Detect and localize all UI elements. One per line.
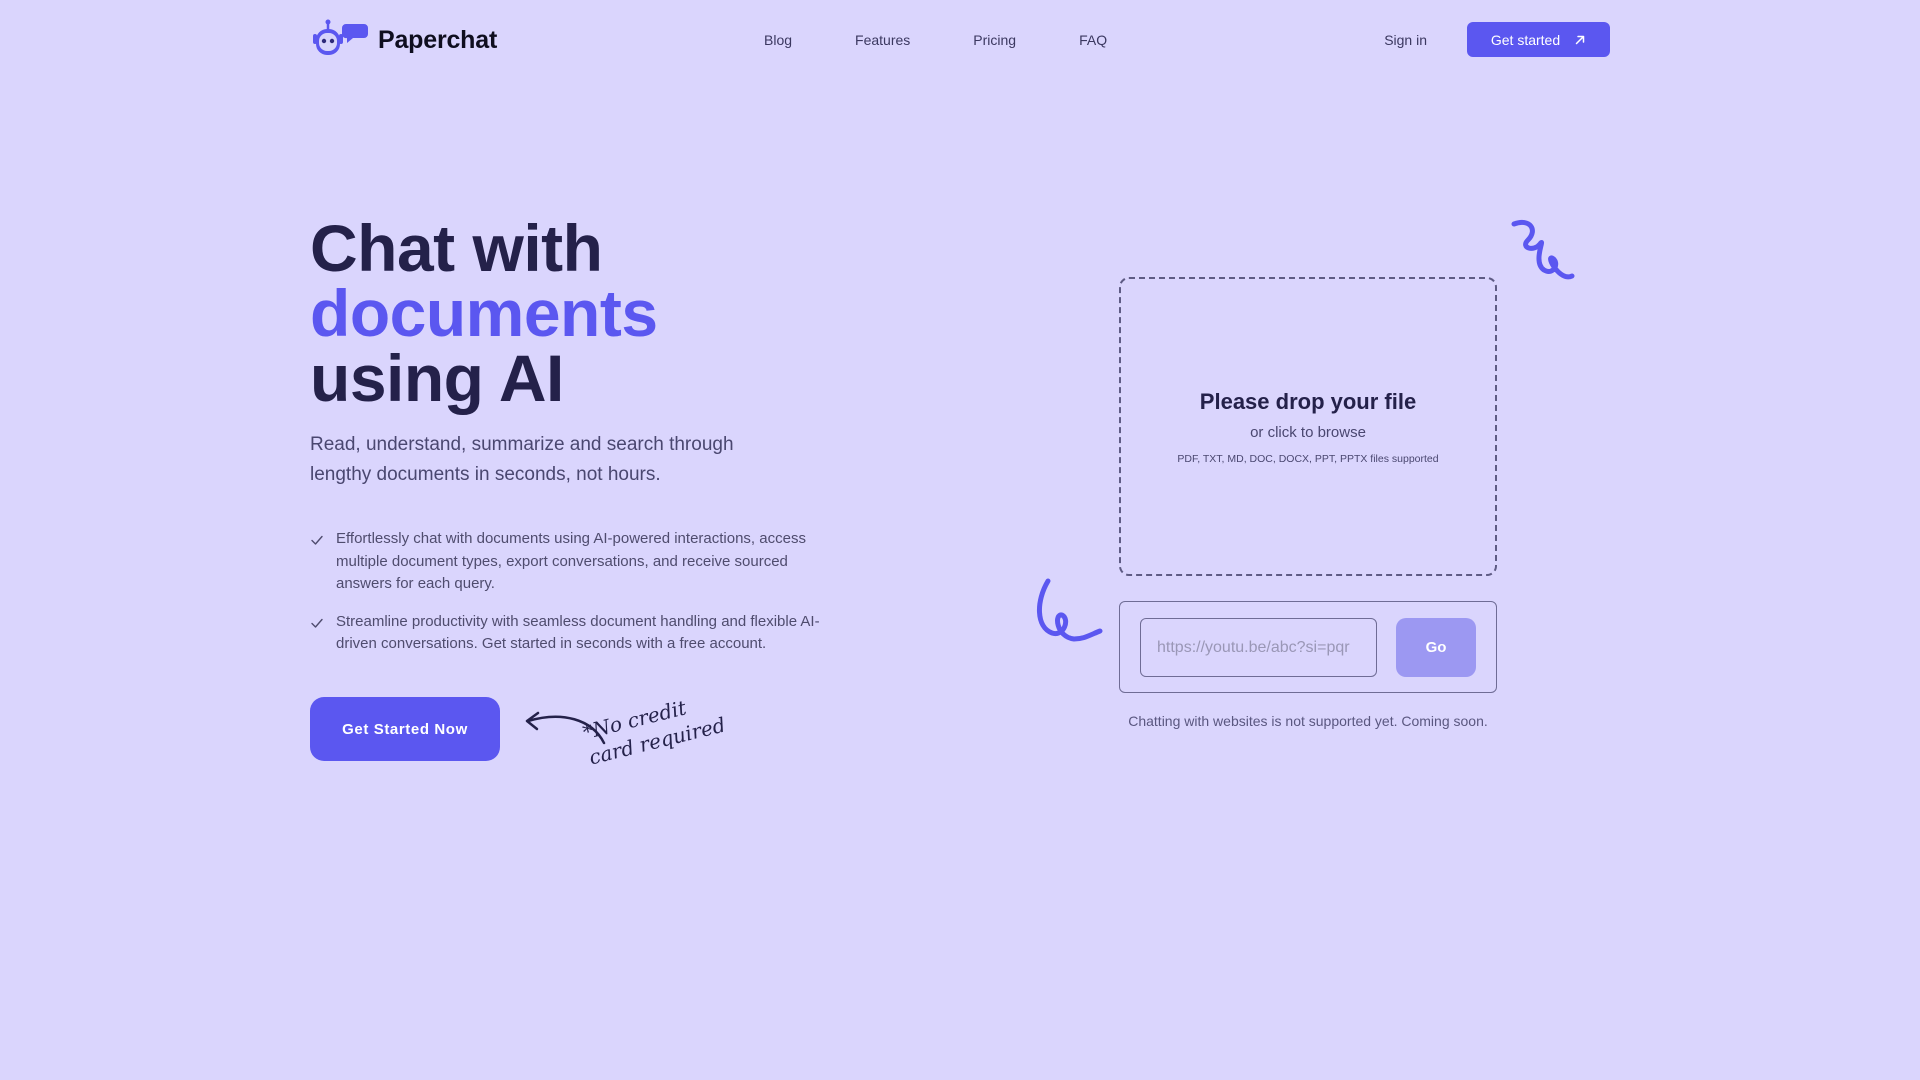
sign-in-link[interactable]: Sign in	[1384, 20, 1427, 60]
dropzone-supported-types: PDF, TXT, MD, DOC, DOCX, PPT, PPTX files…	[1177, 453, 1439, 465]
feature-text: Effortlessly chat with documents using A…	[336, 530, 806, 592]
get-started-label: Get started	[1490, 31, 1561, 48]
nav-link-faq[interactable]: FAQ	[1079, 32, 1107, 48]
landing-page: Paperchat Blog Features Pricing FAQ Sign…	[0, 0, 1920, 1080]
feature-list: Effortlessly chat with documents using A…	[310, 528, 830, 671]
url-support-note: Chatting with websites is not supported …	[1128, 713, 1488, 729]
hero-title: Chat with documents using AI	[310, 211, 658, 415]
url-form: Go	[1119, 601, 1497, 693]
squiggle-decoration-icon	[1036, 578, 1103, 642]
squiggle-decoration-icon	[1511, 220, 1575, 280]
dropzone-title: Please drop your file	[1199, 389, 1417, 414]
go-button[interactable]: Go	[1396, 618, 1476, 677]
hero-title-line-3: using AI	[310, 341, 564, 415]
nav-link-pricing[interactable]: Pricing	[973, 32, 1016, 48]
file-dropzone[interactable]: Please drop your file or click to browse…	[1119, 277, 1497, 576]
nav-link-features[interactable]: Features	[855, 32, 910, 48]
hero-subtitle: Read, understand, summarize and search t…	[310, 434, 734, 485]
arrow-up-right-icon	[1575, 35, 1585, 44]
nav-link-blog[interactable]: Blog	[764, 32, 792, 48]
brand-link[interactable]: Paperchat	[310, 19, 498, 60]
get-started-now-button[interactable]: Get Started Now	[310, 697, 500, 761]
dropzone-subtitle: or click to browse	[1250, 424, 1366, 441]
hero-title-accent: documents	[310, 276, 658, 350]
hero-title-line-1: Chat with	[310, 211, 603, 285]
checkmark-icon	[311, 535, 323, 545]
feature-text: Streamline productivity with seamless do…	[336, 612, 820, 653]
main-nav: Blog Features Pricing FAQ	[764, 20, 1107, 60]
brand-name: Paperchat	[378, 25, 498, 54]
no-credit-card-note: *No credit card required	[580, 695, 728, 770]
feature-item: Effortlessly chat with documents using A…	[310, 528, 830, 596]
url-input[interactable]	[1140, 618, 1377, 677]
checkmark-icon	[311, 618, 323, 628]
get-started-button[interactable]: Get started	[1467, 22, 1610, 57]
robot-chat-logo-icon	[313, 19, 368, 55]
feature-item: Streamline productivity with seamless do…	[310, 611, 830, 656]
site-header: Paperchat Blog Features Pricing FAQ Sign…	[310, 19, 1610, 60]
